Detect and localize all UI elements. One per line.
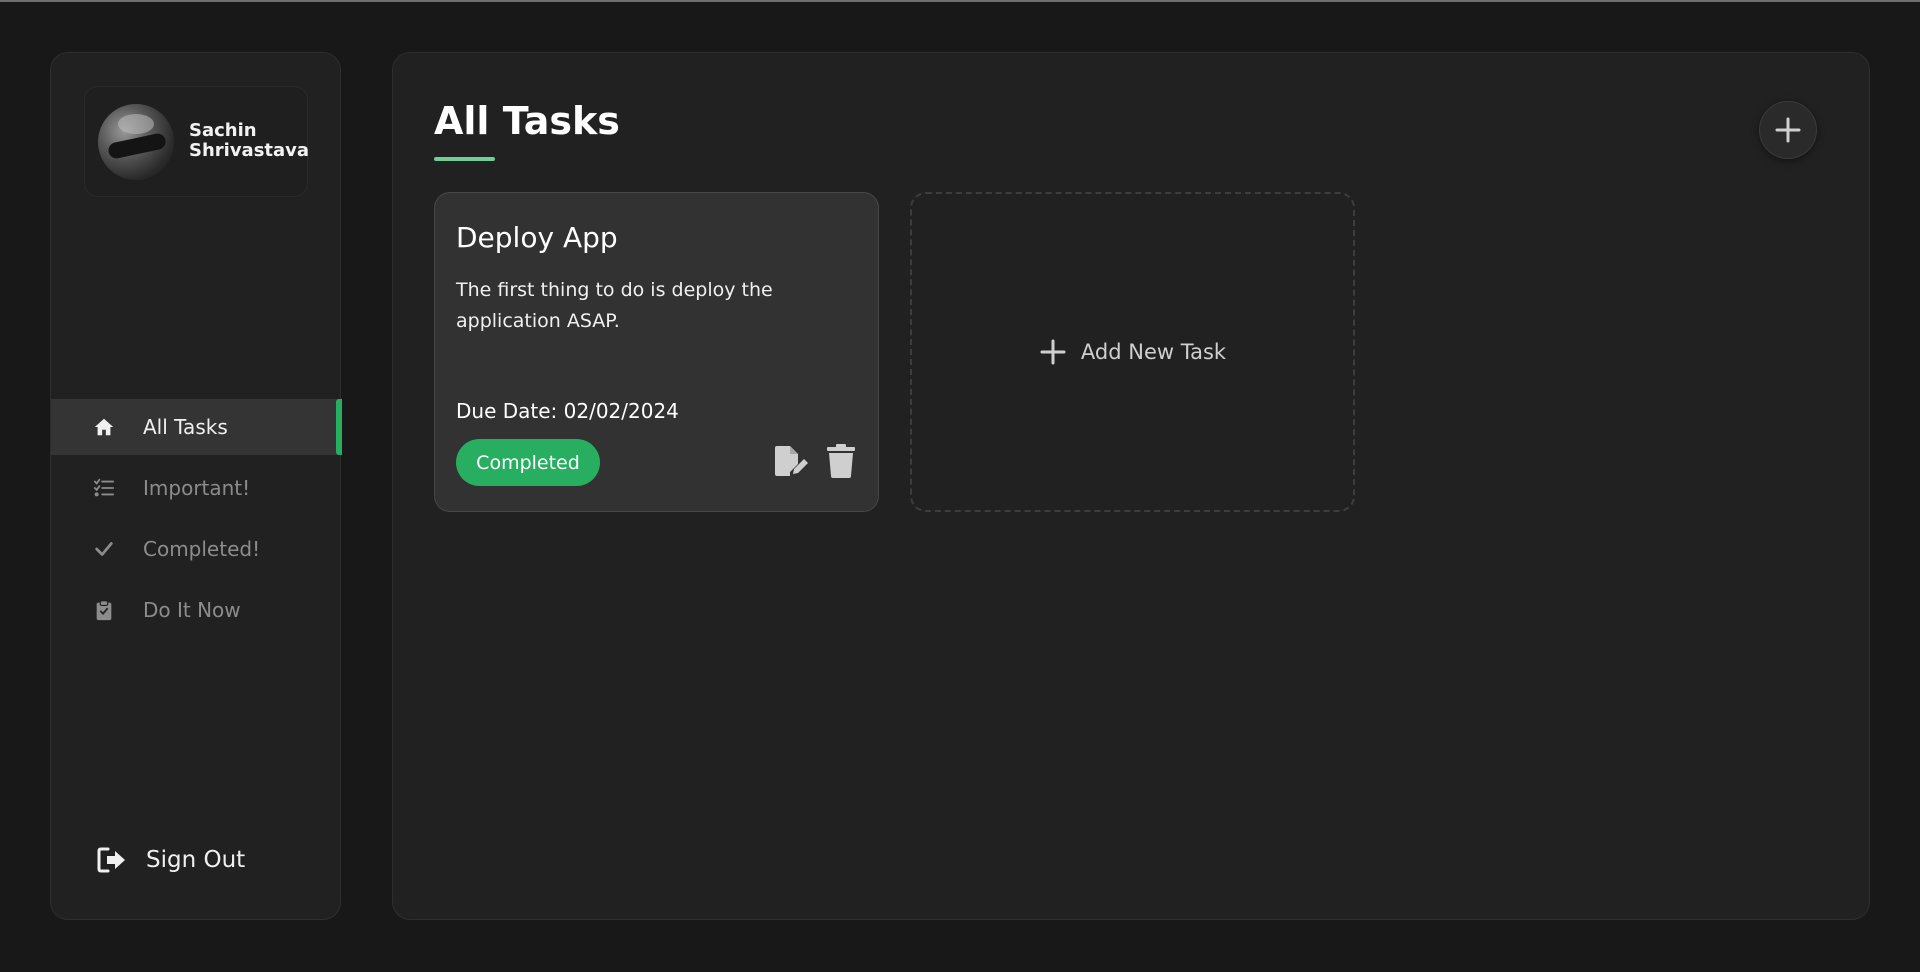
add-new-task-label: Add New Task bbox=[1080, 340, 1227, 364]
sign-out-label: Sign Out bbox=[146, 847, 246, 873]
task-due-date: Due Date: 02/02/2024 bbox=[456, 399, 679, 423]
plus-icon bbox=[1775, 117, 1801, 143]
check-icon bbox=[91, 536, 117, 562]
task-card: Deploy App The first thing to do is depl… bbox=[434, 192, 879, 512]
sidebar-nav: All Tasks Important! Completed! Do It No… bbox=[51, 399, 342, 643]
home-icon bbox=[91, 414, 117, 440]
sidebar: Sachin Shrivastava All Tasks Important! bbox=[50, 52, 342, 920]
status-button[interactable]: Completed bbox=[456, 439, 600, 486]
clipboard-icon bbox=[91, 597, 117, 623]
sidebar-item-completed[interactable]: Completed! bbox=[51, 521, 342, 577]
task-title: Deploy App bbox=[456, 221, 618, 254]
trash-icon[interactable] bbox=[826, 443, 856, 479]
add-new-task-card[interactable]: Add New Task bbox=[910, 192, 1355, 512]
sidebar-item-label: All Tasks bbox=[143, 415, 228, 439]
sidebar-item-important[interactable]: Important! bbox=[51, 460, 342, 516]
sign-out-button[interactable]: Sign Out bbox=[96, 846, 245, 874]
sidebar-item-all-tasks[interactable]: All Tasks bbox=[51, 399, 342, 455]
title-underline bbox=[434, 157, 495, 161]
user-name: Sachin Shrivastava bbox=[189, 120, 310, 161]
edit-icon[interactable] bbox=[773, 443, 809, 479]
main-panel: All Tasks Deploy App The first thing to … bbox=[392, 52, 1870, 920]
sidebar-item-label: Completed! bbox=[143, 537, 261, 561]
sidebar-item-do-it-now[interactable]: Do It Now bbox=[51, 582, 342, 638]
page-title: All Tasks bbox=[434, 99, 620, 143]
avatar bbox=[98, 104, 174, 180]
sign-out-icon bbox=[97, 847, 125, 873]
sidebar-item-label: Do It Now bbox=[143, 598, 241, 622]
plus-icon bbox=[1040, 339, 1066, 365]
task-description: The first thing to do is deploy the appl… bbox=[456, 279, 773, 332]
sidebar-item-label: Important! bbox=[143, 476, 251, 500]
top-border bbox=[0, 0, 1920, 2]
add-task-button[interactable] bbox=[1759, 101, 1817, 159]
list-check-icon bbox=[91, 475, 117, 501]
user-profile[interactable]: Sachin Shrivastava bbox=[84, 86, 310, 197]
